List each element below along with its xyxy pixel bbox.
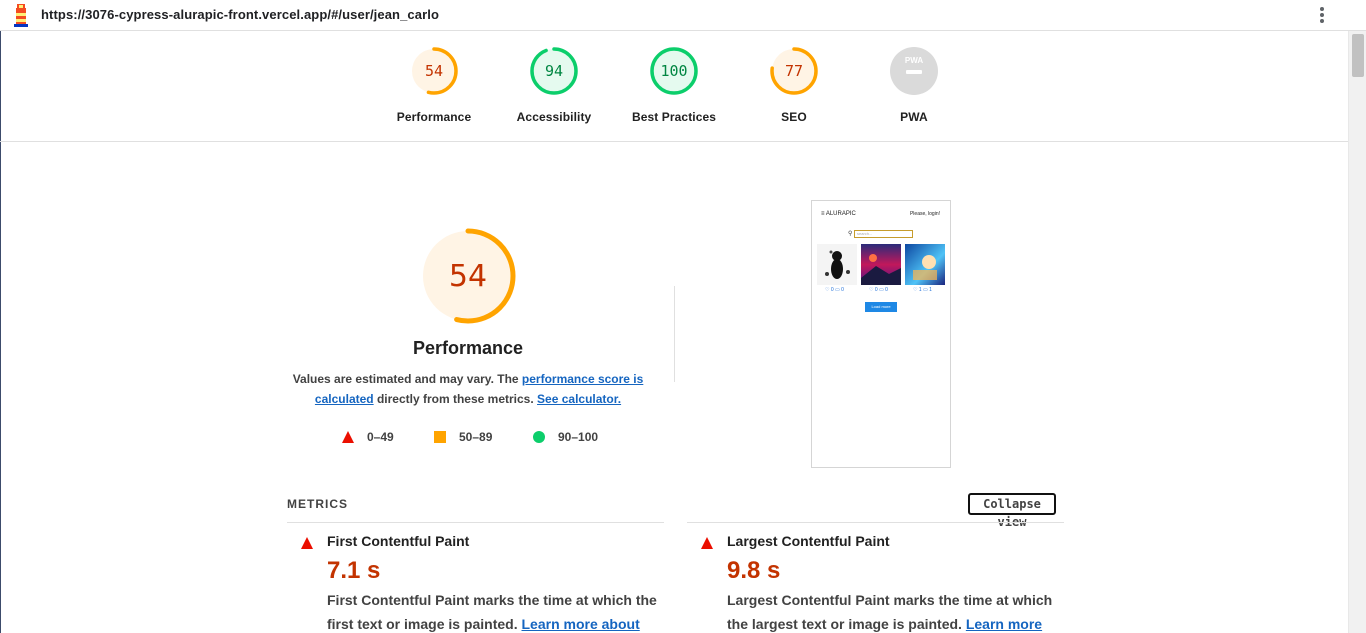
vertical-scrollbar[interactable] bbox=[1348, 31, 1366, 633]
metrics-divider bbox=[287, 522, 664, 523]
pass-circle-icon bbox=[533, 431, 545, 443]
report-top-bar: https://3076-cypress-alurapic-front.verc… bbox=[0, 0, 1366, 31]
description-prefix: Values are estimated and may vary. The bbox=[292, 372, 522, 386]
collapse-view-button[interactable]: Collapse view bbox=[968, 493, 1056, 529]
metrics-heading: METRICS bbox=[287, 497, 348, 511]
final-screenshot[interactable]: ≡ ALURAPIC Please, login! ⚲ search... ♡ … bbox=[811, 200, 951, 468]
gauge-score: 94 bbox=[545, 62, 563, 80]
score-gauge-seo[interactable]: 77 SEO bbox=[734, 45, 854, 124]
thumb-photo bbox=[905, 244, 945, 285]
score-gauge-best-practices[interactable]: 100 Best Practices bbox=[614, 45, 734, 124]
thumb-load-more: Load more bbox=[865, 302, 897, 312]
gauge-score: 77 bbox=[785, 62, 803, 80]
gauge-label: Best Practices bbox=[631, 110, 717, 124]
performance-title: Performance bbox=[412, 338, 524, 358]
legend-range: 0–49 bbox=[367, 430, 394, 444]
pwa-dash-icon bbox=[906, 70, 922, 74]
thumb-search: search... bbox=[854, 230, 913, 238]
metric-title: First Contentful Paint bbox=[327, 533, 470, 549]
score-gauge-performance[interactable]: 54 Performance bbox=[374, 45, 494, 124]
performance-score: 54 bbox=[449, 259, 487, 294]
pwa-badge-text: PWA bbox=[905, 56, 923, 65]
legend-average: 50–89 bbox=[434, 429, 492, 445]
legend-range: 90–100 bbox=[558, 430, 599, 444]
search-icon: ⚲ bbox=[848, 231, 853, 237]
performance-gauge: 54 bbox=[420, 228, 516, 324]
gauge-label: SEO bbox=[781, 110, 807, 124]
fail-triangle-icon bbox=[701, 537, 713, 549]
fail-triangle-icon bbox=[301, 537, 313, 549]
legend-fail: 0–49 bbox=[342, 429, 394, 445]
description-middle: directly from these metrics. bbox=[373, 392, 538, 406]
metric-title: Largest Contentful Paint bbox=[727, 533, 890, 549]
thumb-meta: ♡ 1 ▭ 1 bbox=[913, 287, 932, 293]
gauge-label: Performance bbox=[396, 110, 472, 124]
metric-description: First Contentful Paint marks the time at… bbox=[327, 588, 657, 633]
gauge-ring: PWA bbox=[890, 47, 938, 95]
report-url: https://3076-cypress-alurapic-front.verc… bbox=[41, 7, 439, 22]
thumb-brand: ≡ ALURAPIC bbox=[821, 211, 856, 217]
learn-more-link[interactable]: Learn more bbox=[966, 616, 1042, 632]
thumb-photo bbox=[817, 244, 857, 285]
gauge-score: 54 bbox=[425, 62, 443, 80]
performance-description: Values are estimated and may vary. The p… bbox=[288, 369, 648, 409]
score-header: 54 Performance 94 Accessibility 100 Best Prac… bbox=[0, 31, 1348, 142]
thumb-meta: ♡ 0 ▭ 0 bbox=[825, 287, 844, 293]
gauge-ring: 100 bbox=[650, 47, 698, 95]
scrollbar-thumb[interactable] bbox=[1352, 34, 1364, 77]
legend-pass: 90–100 bbox=[533, 429, 598, 445]
gauge-label: Accessibility bbox=[516, 110, 592, 124]
thumb-photo bbox=[861, 244, 901, 285]
metrics-divider bbox=[687, 522, 1064, 523]
gauge-score: 100 bbox=[660, 62, 687, 80]
legend-range: 50–89 bbox=[459, 430, 493, 444]
gauge-ring: 94 bbox=[530, 47, 578, 95]
average-square-icon bbox=[434, 431, 446, 443]
score-gauge-pwa[interactable]: PWA PWA bbox=[854, 45, 974, 124]
thumb-meta: ♡ 0 ▭ 0 bbox=[869, 287, 888, 293]
thumb-login: Please, login! bbox=[909, 211, 940, 217]
gauge-ring: 54 bbox=[410, 47, 458, 95]
see-calculator-link[interactable]: See calculator. bbox=[537, 392, 621, 406]
section-divider bbox=[674, 286, 675, 382]
gauge-ring: 77 bbox=[770, 47, 818, 95]
fail-triangle-icon bbox=[342, 431, 354, 443]
lighthouse-icon bbox=[14, 4, 28, 27]
gauge-label: PWA bbox=[900, 110, 928, 124]
metric-value: 7.1 s bbox=[327, 557, 381, 584]
score-gauge-accessibility[interactable]: 94 Accessibility bbox=[494, 45, 614, 124]
metric-value: 9.8 s bbox=[727, 557, 781, 584]
kebab-menu-icon[interactable] bbox=[1314, 5, 1330, 25]
metric-description: Largest Contentful Paint marks the time … bbox=[727, 592, 1053, 632]
